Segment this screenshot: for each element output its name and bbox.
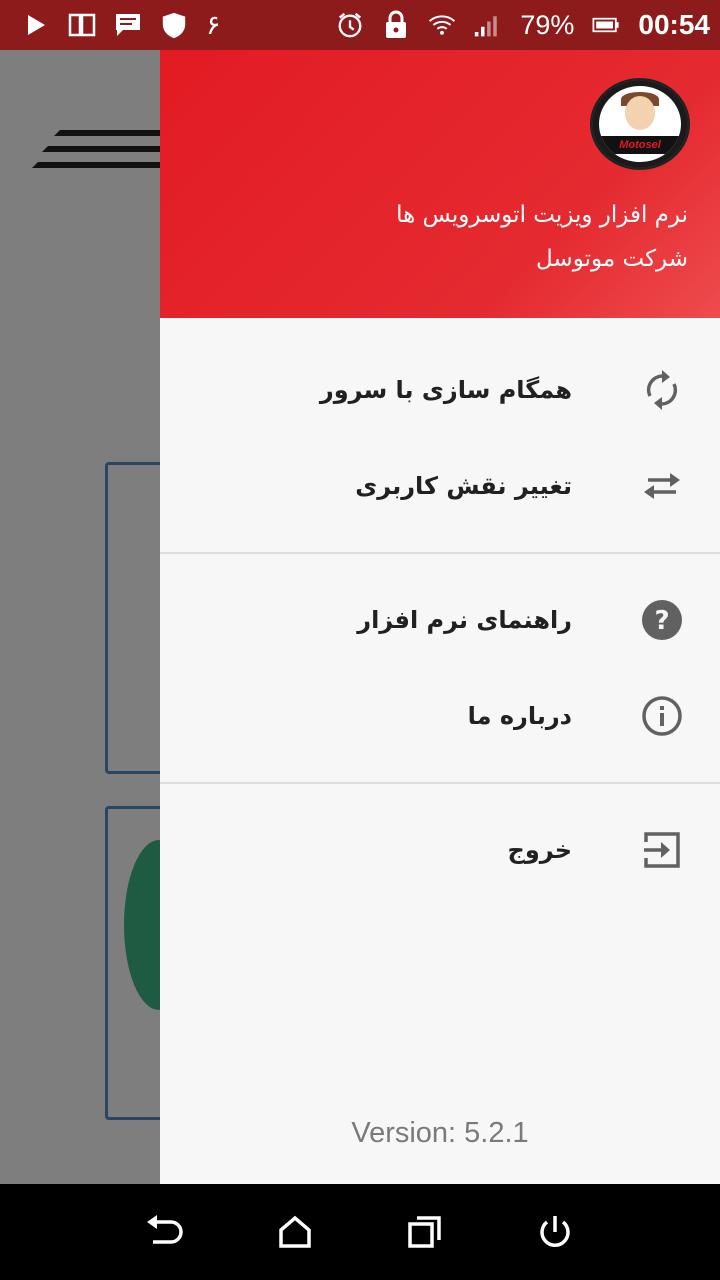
play-icon <box>22 11 50 39</box>
menu-item-sync[interactable]: همگام سازی با سرور <box>160 342 720 438</box>
navigation-drawer: Motosel نرم افزار ویزیت اتوسرویس ها شرکت… <box>160 50 720 1184</box>
status-extra-glyph: ۶ <box>206 9 221 40</box>
version-label: Version: 5.2.1 <box>351 1117 529 1149</box>
swap-arrows-icon <box>640 464 684 508</box>
status-time: 00:54 <box>638 9 710 40</box>
menu-item-label: خروج <box>507 836 572 864</box>
power-icon[interactable] <box>531 1208 579 1256</box>
drawer-header: Motosel نرم افزار ویزیت اتوسرویس ها شرکت… <box>160 50 720 318</box>
navigation-bar <box>0 1184 720 1280</box>
home-icon[interactable] <box>271 1208 319 1256</box>
back-icon[interactable] <box>141 1208 189 1256</box>
svg-text:?: ? <box>654 606 669 636</box>
sync-icon <box>640 368 684 412</box>
exit-icon <box>640 828 684 872</box>
logo-text: Motosel <box>599 136 681 154</box>
sim-icon <box>68 11 96 39</box>
menu-item-help[interactable]: راهنمای نرم افزار ? <box>160 572 720 668</box>
battery-icon <box>592 11 620 39</box>
wifi-icon <box>428 11 456 39</box>
status-bar: ۶ 79% 00:54 <box>0 0 720 50</box>
battery-percent: 79% <box>520 9 575 40</box>
drawer-menu: همگام سازی با سرور تغییر نقش کاربری راهن… <box>160 318 720 898</box>
menu-divider <box>160 552 720 554</box>
menu-item-exit[interactable]: خروج <box>160 802 720 898</box>
menu-item-label: همگام سازی با سرور <box>319 376 572 404</box>
help-icon: ? <box>640 598 684 642</box>
app-name: نرم افزار ویزیت اتوسرویس ها <box>396 202 688 228</box>
alarm-icon <box>336 11 364 39</box>
menu-divider <box>160 782 720 784</box>
company-name: شرکت موتوسل <box>536 246 688 272</box>
menu-item-label: تغییر نقش کاربری <box>355 472 572 500</box>
recents-icon[interactable] <box>401 1208 449 1256</box>
menu-item-label: راهنمای نرم افزار <box>357 606 572 634</box>
menu-item-label: درباره ما <box>467 702 572 730</box>
menu-item-about[interactable]: درباره ما <box>160 668 720 764</box>
menu-item-change-role[interactable]: تغییر نقش کاربری <box>160 438 720 534</box>
shield-icon <box>160 11 188 39</box>
message-icon <box>114 11 142 39</box>
signal-icon <box>474 11 502 39</box>
info-icon <box>640 694 684 738</box>
company-logo: Motosel <box>590 78 690 170</box>
lock-icon <box>382 10 410 39</box>
